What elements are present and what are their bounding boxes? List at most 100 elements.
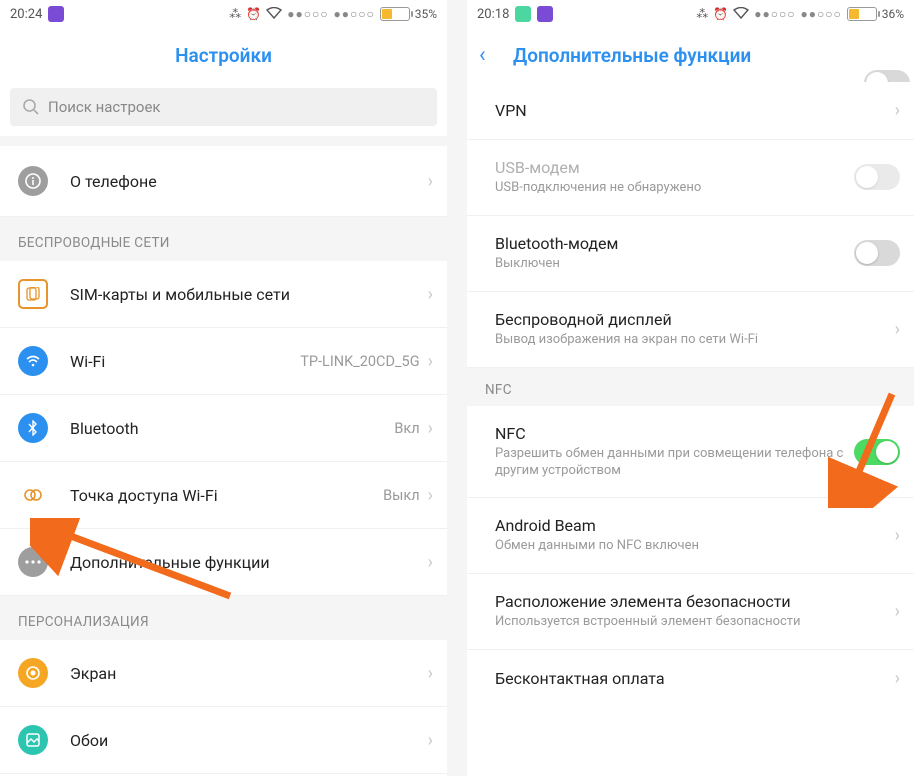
row-label: Экран (70, 664, 428, 683)
row-label: Дополнительные функции (70, 553, 428, 572)
signal-2-icon (333, 7, 374, 21)
wifi-icon (18, 346, 48, 376)
row-subtitle: Вывод изображения на экран по сети Wi-Fi (495, 332, 895, 349)
row-label: USB-модем (495, 158, 854, 177)
row-label: Обои (70, 731, 428, 750)
divider (0, 136, 447, 146)
chevron-right-icon: › (428, 418, 433, 439)
search-input[interactable]: Поиск настроек (10, 88, 437, 126)
row-label: О телефоне (70, 172, 428, 191)
app-indicator-icon (537, 6, 553, 22)
header: Настройки (0, 28, 447, 82)
row-label: SIM-карты и мобильные сети (70, 285, 428, 304)
status-bar: 20:18 ⁂ ⏰ 36% (467, 0, 914, 28)
bluetooth-status-icon: ⁂ (696, 7, 708, 21)
search-placeholder: Поиск настроек (48, 98, 161, 116)
app-indicator-icon (48, 6, 64, 22)
status-time: 20:18 (477, 7, 509, 22)
row-about-phone[interactable]: О телефоне › (0, 146, 447, 217)
bluetooth-icon (18, 413, 48, 443)
chevron-right-icon: › (895, 319, 900, 340)
chevron-right-icon: › (428, 351, 433, 372)
chevron-right-icon: › (895, 100, 900, 121)
wifi-status-icon (733, 7, 749, 22)
row-subtitle: Выключен (495, 256, 854, 273)
row-label: Wi-Fi (70, 352, 300, 371)
section-wireless: БЕСПРОВОДНЫЕ СЕТИ (0, 217, 447, 261)
screen-icon (18, 658, 48, 688)
row-nfc[interactable]: NFC Разрешить обмен данными при совмещен… (467, 406, 914, 499)
more-settings-screen: 20:18 ⁂ ⏰ 36% ‹ Дополнительные функции V… (467, 0, 914, 776)
chevron-right-icon: › (895, 601, 900, 622)
row-usb-modem: USB-модем USB-подключения не обнаружено (467, 140, 914, 216)
row-more-settings[interactable]: Дополнительные функции › (0, 529, 447, 596)
chevron-right-icon: › (428, 171, 433, 192)
toggle-nfc[interactable] (854, 439, 900, 465)
row-label: VPN (495, 101, 895, 120)
settings-screen: 20:24 ⁂ ⏰ 35% Настройки Поиск настроек О… (0, 0, 447, 776)
row-label: Bluetooth-модем (495, 234, 854, 253)
wallpaper-icon (18, 725, 48, 755)
row-label: Android Beam (495, 516, 895, 535)
row-label: NFC (495, 424, 854, 443)
wifi-status-icon (266, 7, 282, 22)
row-label: Bluetooth (70, 419, 394, 438)
row-subtitle: Обмен данными по NFC включен (495, 538, 895, 555)
row-label: Беспроводной дисплей (495, 310, 895, 329)
chevron-right-icon: › (895, 525, 900, 546)
row-subtitle: Разрешить обмен данными при совмещении т… (495, 446, 854, 480)
signal-1-icon (287, 7, 328, 21)
row-bt-modem[interactable]: Bluetooth-модем Выключен (467, 216, 914, 292)
section-nfc: NFC (467, 368, 914, 406)
row-wireless-display[interactable]: Беспроводной дисплей Вывод изображения н… (467, 292, 914, 368)
row-security-element[interactable]: Расположение элемента безопасности Испол… (467, 574, 914, 650)
chevron-right-icon: › (428, 284, 433, 305)
page-title: Дополнительные функции (513, 44, 751, 67)
chevron-right-icon: › (428, 663, 433, 684)
row-value: Вкл (394, 420, 419, 437)
row-vpn[interactable]: VPN › (467, 82, 914, 140)
row-bluetooth[interactable]: Bluetooth Вкл › (0, 395, 447, 462)
row-android-beam[interactable]: Android Beam Обмен данными по NFC включе… (467, 498, 914, 574)
row-label: Точка доступа Wi-Fi (70, 486, 383, 505)
row-subtitle: Используется встроенный элемент безопасн… (495, 614, 895, 631)
app-indicator-icon (515, 6, 531, 22)
row-hotspot[interactable]: Точка доступа Wi-Fi Выкл › (0, 462, 447, 529)
search-icon (22, 98, 40, 116)
status-time: 20:24 (10, 7, 42, 22)
row-label: Расположение элемента безопасности (495, 592, 895, 611)
row-screen[interactable]: Экран › (0, 640, 447, 707)
chevron-right-icon: › (428, 485, 433, 506)
back-button[interactable]: ‹ (479, 43, 486, 68)
page-title: Настройки (175, 44, 272, 67)
alarm-icon: ⏰ (246, 7, 261, 21)
more-icon (18, 547, 48, 577)
info-icon (18, 166, 48, 196)
alarm-icon: ⏰ (713, 7, 728, 21)
battery-pct: 35% (415, 7, 437, 21)
chevron-right-icon: › (428, 552, 433, 573)
bluetooth-status-icon: ⁂ (229, 7, 241, 21)
hotspot-icon (18, 480, 48, 510)
chevron-right-icon: › (428, 730, 433, 751)
signal-1-icon (754, 7, 795, 21)
row-wallpaper[interactable]: Обои › (0, 707, 447, 774)
row-sim-cards[interactable]: SIM-карты и мобильные сети › (0, 261, 447, 328)
row-wifi[interactable]: Wi-Fi TP-LINK_20CD_5G › (0, 328, 447, 395)
row-value: TP-LINK_20CD_5G (300, 353, 419, 370)
toggle-usb-modem (854, 164, 900, 190)
row-subtitle: USB-подключения не обнаружено (495, 180, 854, 197)
chevron-right-icon: › (895, 668, 900, 689)
battery-icon (847, 7, 877, 21)
row-label: Бесконтактная оплата (495, 669, 895, 688)
battery-pct: 36% (882, 7, 904, 21)
status-bar: 20:24 ⁂ ⏰ 35% (0, 0, 447, 28)
row-value: Выкл (383, 487, 420, 504)
battery-icon (380, 7, 410, 21)
header: ‹ Дополнительные функции (467, 28, 914, 82)
sim-icon (18, 279, 48, 309)
toggle-bt-modem[interactable] (854, 240, 900, 266)
row-contactless-pay[interactable]: Бесконтактная оплата › (467, 650, 914, 707)
section-personalization: ПЕРСОНАЛИЗАЦИЯ (0, 596, 447, 640)
signal-2-icon (800, 7, 841, 21)
